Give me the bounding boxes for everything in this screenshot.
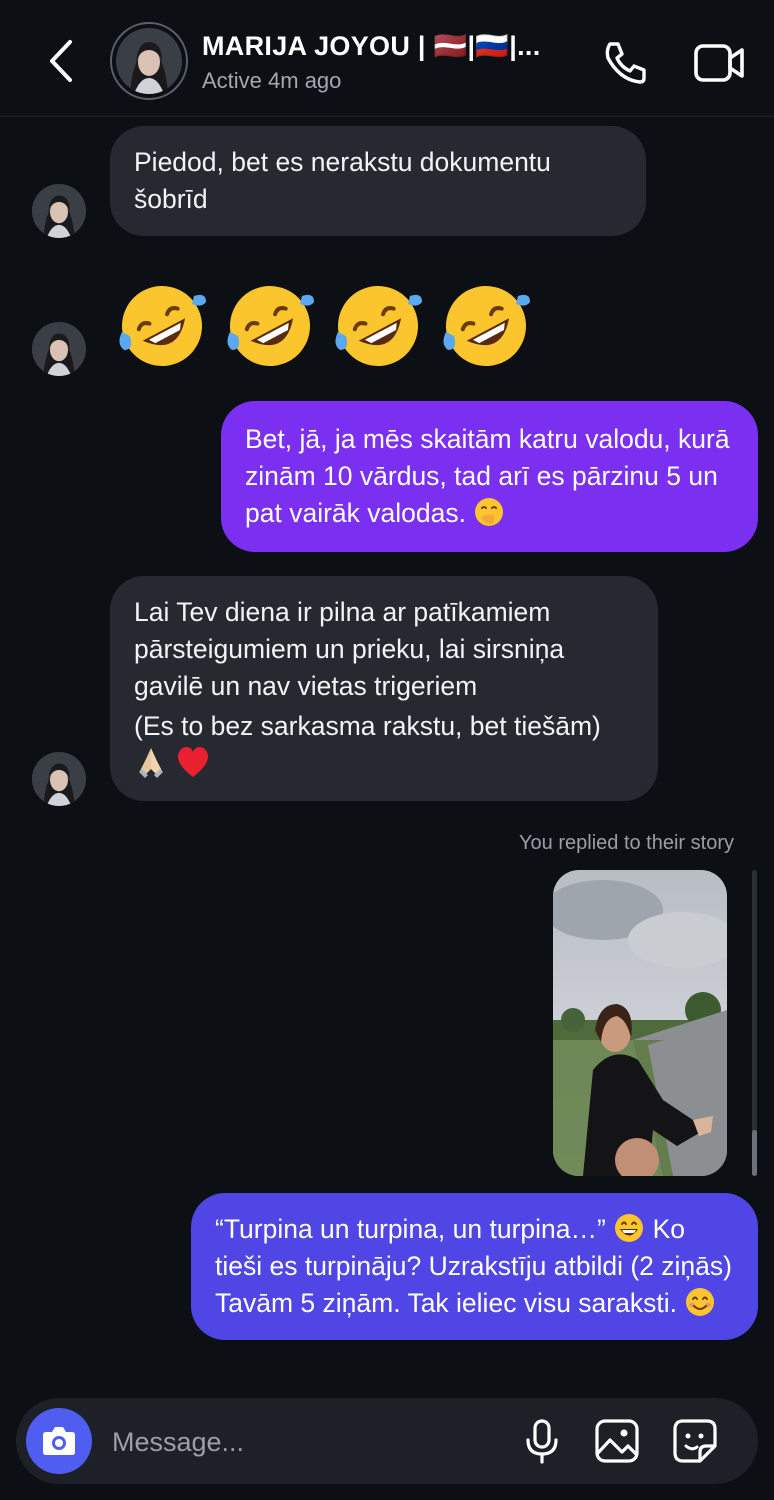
incoming-message[interactable]: Lai Tev diena ir pilna ar patīkamiem pār… bbox=[110, 576, 658, 801]
chat-header: MARIJA JOYOU | 🇱🇻|🇷🇺|... Active 4m ago bbox=[0, 0, 774, 117]
smiling-face-emoji bbox=[686, 1288, 715, 1316]
message-input[interactable] bbox=[110, 1418, 494, 1466]
sticker-icon[interactable] bbox=[672, 1418, 718, 1464]
incoming-message[interactable]: Piedod, bet es nerakstu dokumentu šobrīd bbox=[110, 126, 646, 236]
scroll-thumb[interactable] bbox=[752, 1130, 757, 1176]
message-text: Lai Tev diena ir pilna ar patīkamiem pār… bbox=[134, 597, 565, 701]
outgoing-message[interactable]: Bet, jā, ja mēs skaitām katru valodu, ku… bbox=[221, 401, 758, 552]
message-text-continued: (Es to bez sarkasma rakstu, bet tiešām) bbox=[134, 711, 601, 741]
rolling-laughing-emoji bbox=[335, 286, 422, 366]
back-chevron-icon[interactable] bbox=[42, 38, 82, 84]
message-text: “Turpina un turpina, un turpina…” bbox=[215, 1214, 606, 1244]
hand-over-mouth-emoji bbox=[475, 498, 504, 526]
rolling-laughing-emoji bbox=[227, 286, 314, 366]
emoji-message[interactable] bbox=[114, 278, 534, 374]
rolling-laughing-emoji bbox=[119, 286, 206, 366]
story-thumbnail[interactable] bbox=[553, 870, 727, 1176]
microphone-icon[interactable] bbox=[522, 1418, 562, 1464]
contact-avatar[interactable] bbox=[32, 322, 86, 376]
red-heart-emoji bbox=[178, 747, 209, 777]
camera-button[interactable] bbox=[26, 1408, 92, 1474]
camera-icon bbox=[43, 1427, 75, 1455]
rolling-laughing-emoji bbox=[443, 286, 530, 366]
avatar-photo bbox=[116, 28, 182, 94]
video-camera-icon[interactable] bbox=[692, 40, 746, 86]
outgoing-message[interactable]: “Turpina un turpina, un turpina…” Ko tie… bbox=[191, 1193, 758, 1340]
phone-icon[interactable] bbox=[600, 38, 650, 88]
scrollbar[interactable] bbox=[752, 870, 757, 1176]
folded-hands-emoji bbox=[139, 748, 163, 778]
header-avatar[interactable] bbox=[110, 22, 188, 100]
message-composer bbox=[16, 1398, 758, 1484]
gallery-icon[interactable] bbox=[594, 1418, 640, 1464]
contact-avatar[interactable] bbox=[32, 184, 86, 238]
contact-name[interactable]: MARIJA JOYOU | 🇱🇻|🇷🇺|... bbox=[202, 30, 541, 62]
contact-avatar[interactable] bbox=[32, 752, 86, 806]
grinning-face-emoji bbox=[615, 1214, 644, 1242]
story-reply-label: You replied to their story bbox=[519, 832, 734, 854]
active-status: Active 4m ago bbox=[202, 68, 342, 93]
message-text: Piedod, bet es nerakstu dokumentu šobrīd bbox=[134, 147, 551, 214]
